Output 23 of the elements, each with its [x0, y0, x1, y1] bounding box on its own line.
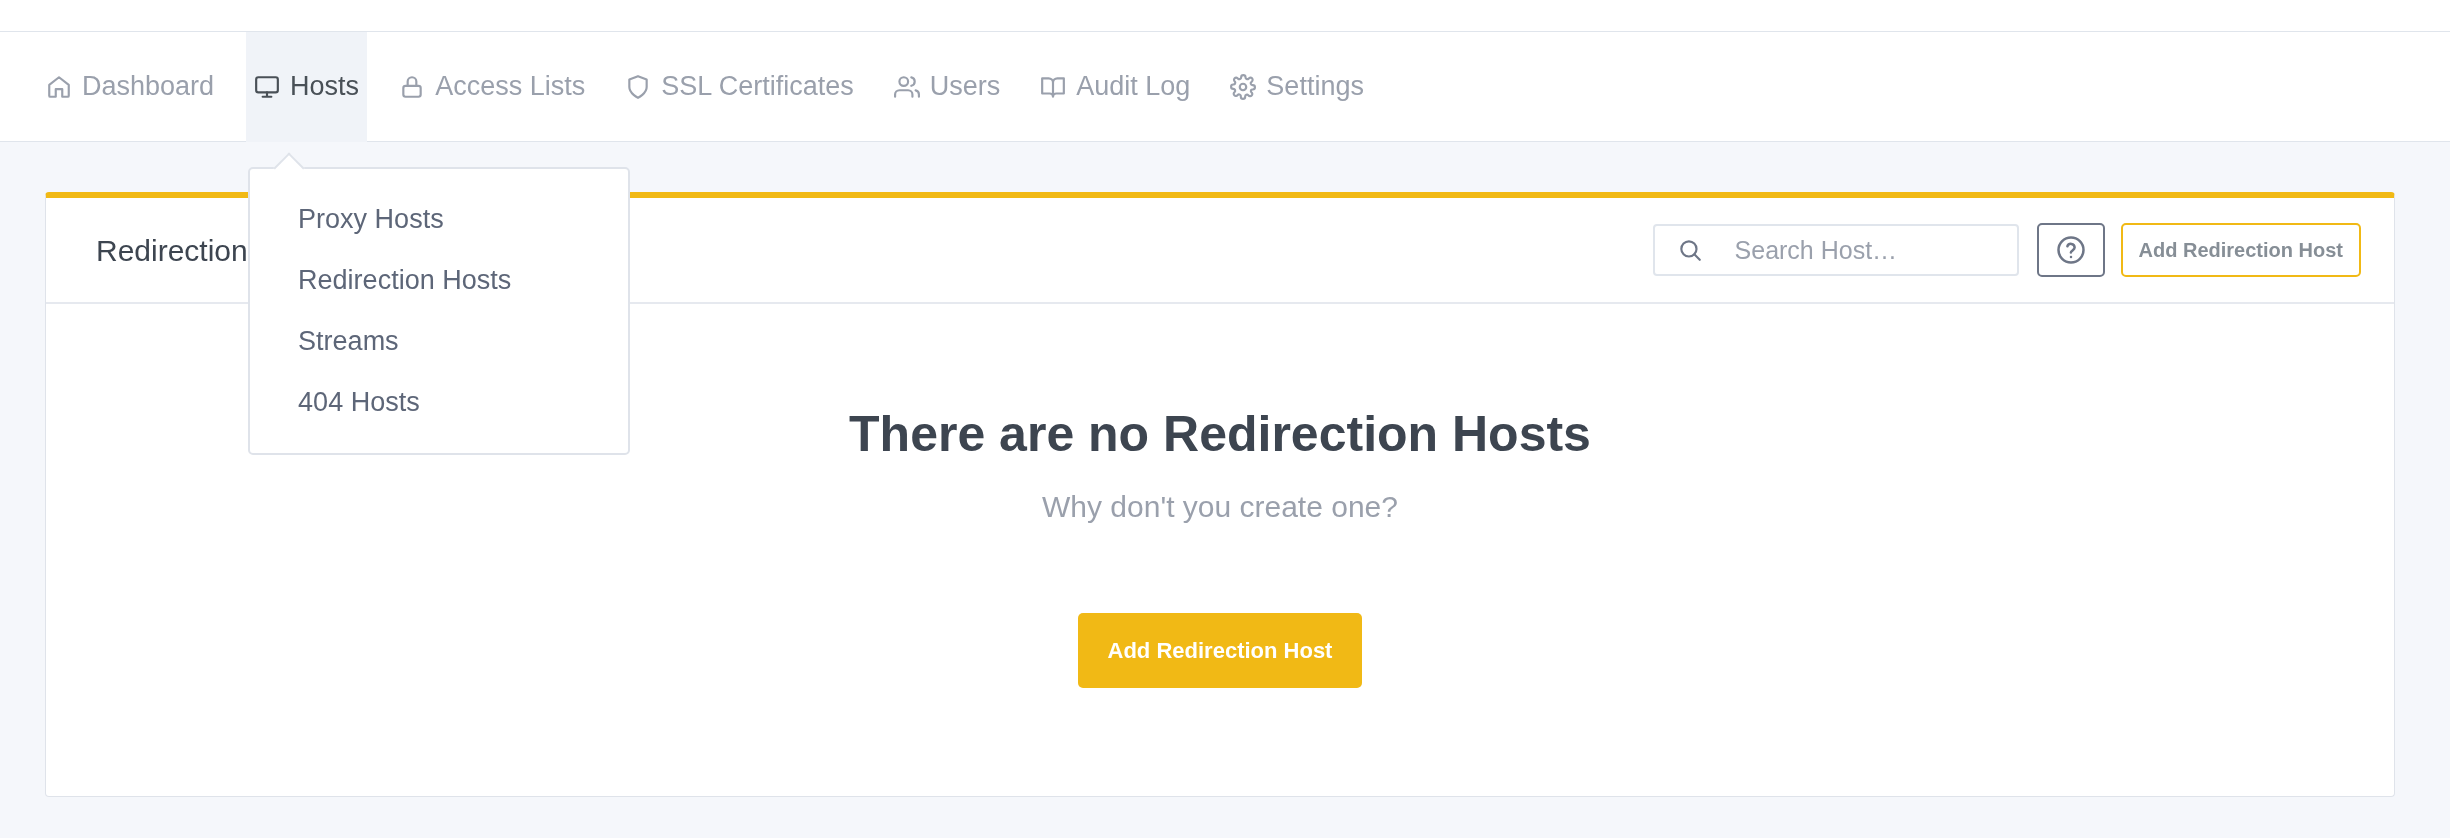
nav-tab[interactable]: Dashboard [38, 31, 223, 142]
nav-tab[interactable]: Hosts [246, 31, 368, 142]
dropdown-item[interactable]: Proxy Hosts [250, 189, 629, 250]
card-title: Redirection [96, 232, 248, 269]
help-icon [2055, 235, 2086, 265]
empty-state-heading: There are no Redirection Hosts [849, 405, 1591, 464]
empty-state-subtitle: Why don't you create one? [1042, 489, 1398, 525]
home-icon [46, 73, 72, 100]
nav-tab[interactable]: Audit Log [1032, 31, 1199, 142]
help-button[interactable] [2036, 223, 2105, 277]
add-redirection-host-button[interactable]: Add Redirection Host [1077, 613, 1363, 688]
monitor-icon [254, 73, 281, 100]
nav-tab[interactable]: SSL Certificates [617, 31, 862, 142]
dropdown-item[interactable]: Redirection Hosts [250, 250, 629, 311]
nav-tab[interactable]: Access Lists [391, 31, 594, 142]
dropdown-item[interactable]: 404 Hosts [250, 372, 629, 433]
nav-tab[interactable]: Settings [1222, 31, 1372, 142]
dropdown-item[interactable]: Streams [250, 311, 629, 372]
search-field[interactable]: Search Host… [1652, 224, 2019, 276]
settings-icon [1230, 73, 1257, 100]
nav-tab[interactable]: Users [885, 31, 1009, 142]
users-icon [893, 73, 920, 100]
add-redirection-host-button[interactable]: Add Redirection Host [2120, 223, 2361, 277]
